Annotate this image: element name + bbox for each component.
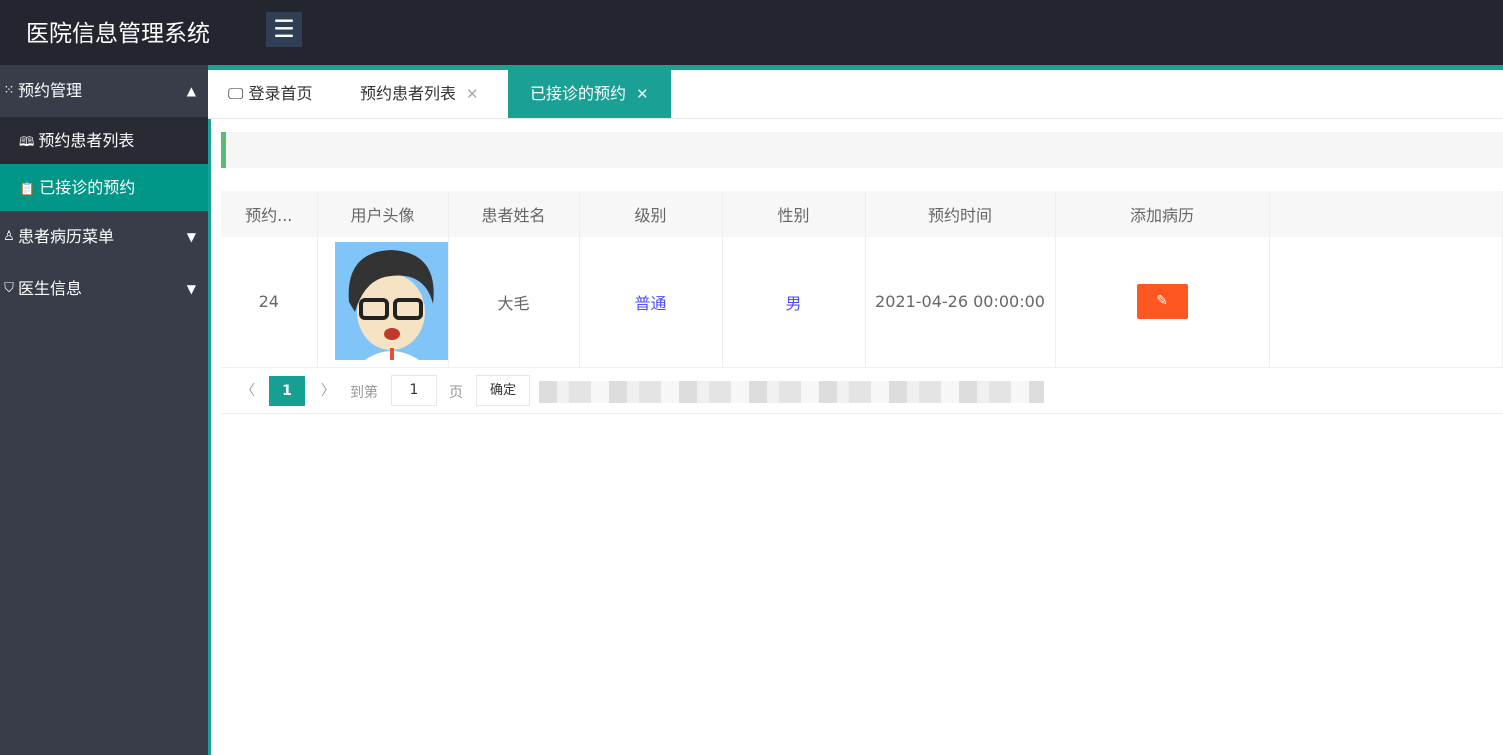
- sidebar-group-label: 患者病历菜单: [18, 227, 115, 246]
- sidebar-group-label: 预约管理: [18, 81, 83, 100]
- sidebar-group-doctors[interactable]: ⛉ 医生信息 ▼: [0, 263, 208, 315]
- goto-label: 到第: [350, 385, 378, 401]
- tab-label: 已接诊的预约: [530, 84, 627, 103]
- col-gender[interactable]: 性别: [722, 191, 866, 237]
- col-empty: [1269, 191, 1503, 237]
- sidebar-item-label: 已接诊的预约: [39, 178, 136, 197]
- menu-toggle-button[interactable]: ☰: [266, 12, 302, 47]
- appointments-table: 预约... 用户头像 患者姓名 级别 性别 预约时间 添加病历 24 大毛 普通…: [221, 191, 1503, 368]
- close-icon[interactable]: ✕: [466, 85, 479, 103]
- table-row: 24 大毛 普通 男 2021-04-26 00:00:00 ✎: [221, 237, 1503, 368]
- caret-down-icon: ▼: [186, 230, 196, 244]
- col-id[interactable]: 预约...: [221, 191, 318, 237]
- grid-icon: ⁙: [3, 83, 15, 98]
- sidebar: ⁙ 预约管理 ▲ 🕮 预约患者列表 📋 已接诊的预约 ♙ 患者病历菜单 ▼ ⛉ 医生…: [0, 65, 208, 755]
- cell-time: 2021-04-26 00:00:00: [865, 237, 1056, 368]
- page-input[interactable]: 1: [391, 375, 437, 406]
- tab-label: 预约患者列表: [360, 84, 457, 103]
- sidebar-group-label: 医生信息: [18, 279, 83, 298]
- confirm-button[interactable]: 确定: [476, 375, 530, 406]
- shield-icon: ⛉: [4, 281, 14, 296]
- col-name[interactable]: 患者姓名: [448, 191, 580, 237]
- col-time[interactable]: 预约时间: [865, 191, 1056, 237]
- pagination: 〈 1 〉 到第 1 页 确定: [221, 367, 1503, 414]
- sidebar-divider: [208, 65, 211, 755]
- cell-id: 24: [221, 237, 318, 368]
- tab-appointment-list[interactable]: 预约患者列表 ✕: [360, 70, 479, 118]
- col-avatar[interactable]: 用户头像: [317, 191, 449, 237]
- cell-gender: 男: [722, 237, 866, 368]
- sidebar-item-appointment-list[interactable]: 🕮 预约患者列表: [0, 117, 208, 164]
- monitor-icon: 🖵: [228, 84, 244, 103]
- cell-empty: [1269, 237, 1503, 368]
- avatar: [334, 242, 448, 360]
- app-title: 医院信息管理系统: [26, 21, 210, 47]
- close-icon[interactable]: ✕: [636, 85, 649, 103]
- top-header: 医院信息管理系统 ☰: [0, 0, 1503, 65]
- tab-bar: 🖵 登录首页 预约患者列表 ✕ 已接诊的预约 ✕: [208, 65, 1503, 119]
- caret-down-icon: ▼: [186, 282, 196, 296]
- sidebar-item-received-appointments[interactable]: 📋 已接诊的预约: [0, 164, 208, 211]
- cell-name: 大毛: [448, 237, 580, 368]
- sidebar-group-appointments[interactable]: ⁙ 预约管理 ▲: [0, 65, 208, 117]
- pencil-icon: ✎: [1156, 293, 1168, 310]
- caret-up-icon: ▲: [186, 84, 196, 98]
- tab-label: 登录首页: [248, 84, 313, 103]
- sidebar-item-label: 预约患者列表: [38, 131, 135, 150]
- col-level[interactable]: 级别: [579, 191, 723, 237]
- user-icon: ♙: [3, 229, 15, 244]
- col-add-record[interactable]: 添加病历: [1055, 191, 1270, 237]
- edit-record-button[interactable]: ✎: [1136, 284, 1188, 320]
- tab-received-appointments[interactable]: 已接诊的预约 ✕: [508, 70, 671, 118]
- page-unit-label: 页: [449, 385, 463, 401]
- prev-page-button[interactable]: 〈: [241, 380, 255, 400]
- next-page-button[interactable]: 〉: [321, 380, 335, 400]
- table-header: 预约... 用户头像 患者姓名 级别 性别 预约时间 添加病历: [221, 191, 1503, 237]
- cell-level: 普通: [579, 237, 723, 368]
- book-icon: 🕮: [19, 135, 35, 150]
- blurred-info: [539, 381, 1044, 403]
- sidebar-group-records[interactable]: ♙ 患者病历菜单 ▼: [0, 211, 208, 263]
- clipboard-icon: 📋: [19, 182, 36, 197]
- current-page[interactable]: 1: [269, 376, 305, 406]
- tab-home[interactable]: 🖵 登录首页: [228, 70, 313, 118]
- cell-avatar: [317, 237, 449, 368]
- cell-add-record: ✎: [1055, 237, 1270, 368]
- blockquote: [221, 132, 1503, 168]
